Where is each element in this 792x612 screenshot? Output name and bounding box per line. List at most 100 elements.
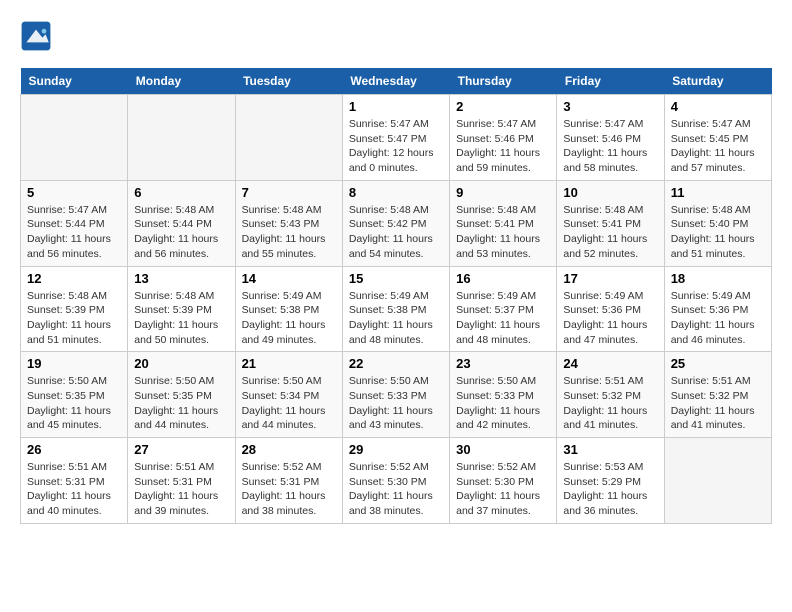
day-number: 30 bbox=[456, 442, 550, 457]
day-number: 2 bbox=[456, 99, 550, 114]
day-number: 28 bbox=[242, 442, 336, 457]
day-info: Sunrise: 5:50 AM Sunset: 5:34 PM Dayligh… bbox=[242, 374, 336, 433]
day-number: 14 bbox=[242, 271, 336, 286]
weekday-header: Tuesday bbox=[235, 68, 342, 95]
weekday-header: Wednesday bbox=[342, 68, 449, 95]
day-info: Sunrise: 5:48 AM Sunset: 5:41 PM Dayligh… bbox=[563, 203, 657, 262]
day-info: Sunrise: 5:48 AM Sunset: 5:41 PM Dayligh… bbox=[456, 203, 550, 262]
day-info: Sunrise: 5:49 AM Sunset: 5:37 PM Dayligh… bbox=[456, 289, 550, 348]
calendar-cell: 1 Sunrise: 5:47 AM Sunset: 5:47 PM Daylig… bbox=[342, 95, 449, 181]
calendar-week-row: 12 Sunrise: 5:48 AM Sunset: 5:39 PM Dayli… bbox=[21, 266, 772, 352]
day-number: 27 bbox=[134, 442, 228, 457]
calendar-cell: 20 Sunrise: 5:50 AM Sunset: 5:35 PM Dayli… bbox=[128, 352, 235, 438]
day-info: Sunrise: 5:48 AM Sunset: 5:42 PM Dayligh… bbox=[349, 203, 443, 262]
day-info: Sunrise: 5:49 AM Sunset: 5:36 PM Dayligh… bbox=[563, 289, 657, 348]
day-number: 6 bbox=[134, 185, 228, 200]
day-info: Sunrise: 5:51 AM Sunset: 5:32 PM Dayligh… bbox=[563, 374, 657, 433]
day-number: 18 bbox=[671, 271, 765, 286]
day-number: 1 bbox=[349, 99, 443, 114]
day-number: 8 bbox=[349, 185, 443, 200]
calendar-cell: 27 Sunrise: 5:51 AM Sunset: 5:31 PM Dayli… bbox=[128, 438, 235, 524]
day-number: 3 bbox=[563, 99, 657, 114]
calendar-cell: 29 Sunrise: 5:52 AM Sunset: 5:30 PM Dayli… bbox=[342, 438, 449, 524]
calendar-cell: 3 Sunrise: 5:47 AM Sunset: 5:46 PM Daylig… bbox=[557, 95, 664, 181]
day-info: Sunrise: 5:48 AM Sunset: 5:39 PM Dayligh… bbox=[134, 289, 228, 348]
day-info: Sunrise: 5:51 AM Sunset: 5:32 PM Dayligh… bbox=[671, 374, 765, 433]
calendar-cell bbox=[664, 438, 771, 524]
day-info: Sunrise: 5:50 AM Sunset: 5:35 PM Dayligh… bbox=[134, 374, 228, 433]
day-number: 10 bbox=[563, 185, 657, 200]
calendar-cell bbox=[21, 95, 128, 181]
day-number: 21 bbox=[242, 356, 336, 371]
day-info: Sunrise: 5:50 AM Sunset: 5:33 PM Dayligh… bbox=[349, 374, 443, 433]
day-number: 7 bbox=[242, 185, 336, 200]
logo-icon bbox=[20, 20, 52, 52]
weekday-header: Friday bbox=[557, 68, 664, 95]
calendar-cell: 7 Sunrise: 5:48 AM Sunset: 5:43 PM Daylig… bbox=[235, 180, 342, 266]
day-info: Sunrise: 5:47 AM Sunset: 5:47 PM Dayligh… bbox=[349, 117, 443, 176]
calendar-cell: 5 Sunrise: 5:47 AM Sunset: 5:44 PM Daylig… bbox=[21, 180, 128, 266]
calendar-body: 1 Sunrise: 5:47 AM Sunset: 5:47 PM Daylig… bbox=[21, 95, 772, 524]
calendar-cell: 30 Sunrise: 5:52 AM Sunset: 5:30 PM Dayli… bbox=[450, 438, 557, 524]
calendar-week-row: 19Sunrise: 5:50 AM Sunset: 5:35 PM Dayli… bbox=[21, 352, 772, 438]
day-info: Sunrise: 5:50 AM Sunset: 5:35 PM Dayligh… bbox=[27, 374, 121, 433]
day-number: 26 bbox=[27, 442, 121, 457]
day-info: Sunrise: 5:48 AM Sunset: 5:44 PM Dayligh… bbox=[134, 203, 228, 262]
weekday-header: Thursday bbox=[450, 68, 557, 95]
weekday-header: Sunday bbox=[21, 68, 128, 95]
day-number: 4 bbox=[671, 99, 765, 114]
weekday-header: Saturday bbox=[664, 68, 771, 95]
day-number: 20 bbox=[134, 356, 228, 371]
calendar-cell: 31Sunrise: 5:53 AM Sunset: 5:29 PM Dayli… bbox=[557, 438, 664, 524]
day-info: Sunrise: 5:48 AM Sunset: 5:43 PM Dayligh… bbox=[242, 203, 336, 262]
day-info: Sunrise: 5:52 AM Sunset: 5:30 PM Dayligh… bbox=[456, 460, 550, 519]
day-number: 12 bbox=[27, 271, 121, 286]
day-number: 13 bbox=[134, 271, 228, 286]
day-number: 22 bbox=[349, 356, 443, 371]
day-info: Sunrise: 5:52 AM Sunset: 5:30 PM Dayligh… bbox=[349, 460, 443, 519]
day-info: Sunrise: 5:52 AM Sunset: 5:31 PM Dayligh… bbox=[242, 460, 336, 519]
calendar-cell: 8 Sunrise: 5:48 AM Sunset: 5:42 PM Daylig… bbox=[342, 180, 449, 266]
logo bbox=[20, 20, 56, 52]
calendar-cell: 13 Sunrise: 5:48 AM Sunset: 5:39 PM Dayli… bbox=[128, 266, 235, 352]
calendar-cell: 14 Sunrise: 5:49 AM Sunset: 5:38 PM Dayli… bbox=[235, 266, 342, 352]
day-number: 17 bbox=[563, 271, 657, 286]
calendar-cell: 23Sunrise: 5:50 AM Sunset: 5:33 PM Dayli… bbox=[450, 352, 557, 438]
day-info: Sunrise: 5:51 AM Sunset: 5:31 PM Dayligh… bbox=[27, 460, 121, 519]
day-info: Sunrise: 5:51 AM Sunset: 5:31 PM Dayligh… bbox=[134, 460, 228, 519]
day-number: 16 bbox=[456, 271, 550, 286]
calendar-table: SundayMondayTuesdayWednesdayThursdayFrid… bbox=[20, 68, 772, 524]
calendar-cell: 4 Sunrise: 5:47 AM Sunset: 5:45 PM Daylig… bbox=[664, 95, 771, 181]
calendar-cell: 21 Sunrise: 5:50 AM Sunset: 5:34 PM Dayli… bbox=[235, 352, 342, 438]
calendar-cell: 24 Sunrise: 5:51 AM Sunset: 5:32 PM Dayli… bbox=[557, 352, 664, 438]
day-number: 11 bbox=[671, 185, 765, 200]
day-info: Sunrise: 5:47 AM Sunset: 5:46 PM Dayligh… bbox=[456, 117, 550, 176]
day-info: Sunrise: 5:47 AM Sunset: 5:44 PM Dayligh… bbox=[27, 203, 121, 262]
day-number: 5 bbox=[27, 185, 121, 200]
calendar-cell: 25 Sunrise: 5:51 AM Sunset: 5:32 PM Dayli… bbox=[664, 352, 771, 438]
day-number: 23 bbox=[456, 356, 550, 371]
calendar-cell: 2 Sunrise: 5:47 AM Sunset: 5:46 PM Daylig… bbox=[450, 95, 557, 181]
day-info: Sunrise: 5:49 AM Sunset: 5:38 PM Dayligh… bbox=[349, 289, 443, 348]
day-number: 25 bbox=[671, 356, 765, 371]
calendar-cell: 9Sunrise: 5:48 AM Sunset: 5:41 PM Daylig… bbox=[450, 180, 557, 266]
calendar-week-row: 26 Sunrise: 5:51 AM Sunset: 5:31 PM Dayli… bbox=[21, 438, 772, 524]
day-number: 24 bbox=[563, 356, 657, 371]
calendar-cell bbox=[235, 95, 342, 181]
calendar-cell bbox=[128, 95, 235, 181]
day-info: Sunrise: 5:49 AM Sunset: 5:38 PM Dayligh… bbox=[242, 289, 336, 348]
calendar-cell: 6 Sunrise: 5:48 AM Sunset: 5:44 PM Daylig… bbox=[128, 180, 235, 266]
day-number: 29 bbox=[349, 442, 443, 457]
calendar-cell: 16 Sunrise: 5:49 AM Sunset: 5:37 PM Dayli… bbox=[450, 266, 557, 352]
day-info: Sunrise: 5:47 AM Sunset: 5:45 PM Dayligh… bbox=[671, 117, 765, 176]
calendar-cell: 26 Sunrise: 5:51 AM Sunset: 5:31 PM Dayli… bbox=[21, 438, 128, 524]
day-info: Sunrise: 5:47 AM Sunset: 5:46 PM Dayligh… bbox=[563, 117, 657, 176]
calendar-cell: 19Sunrise: 5:50 AM Sunset: 5:35 PM Dayli… bbox=[21, 352, 128, 438]
calendar-cell: 11Sunrise: 5:48 AM Sunset: 5:40 PM Dayli… bbox=[664, 180, 771, 266]
calendar-cell: 18Sunrise: 5:49 AM Sunset: 5:36 PM Dayli… bbox=[664, 266, 771, 352]
calendar-week-row: 1 Sunrise: 5:47 AM Sunset: 5:47 PM Daylig… bbox=[21, 95, 772, 181]
calendar-cell: 10 Sunrise: 5:48 AM Sunset: 5:41 PM Dayli… bbox=[557, 180, 664, 266]
calendar-cell: 22 Sunrise: 5:50 AM Sunset: 5:33 PM Dayli… bbox=[342, 352, 449, 438]
page-header bbox=[20, 20, 772, 52]
calendar-cell: 15Sunrise: 5:49 AM Sunset: 5:38 PM Dayli… bbox=[342, 266, 449, 352]
